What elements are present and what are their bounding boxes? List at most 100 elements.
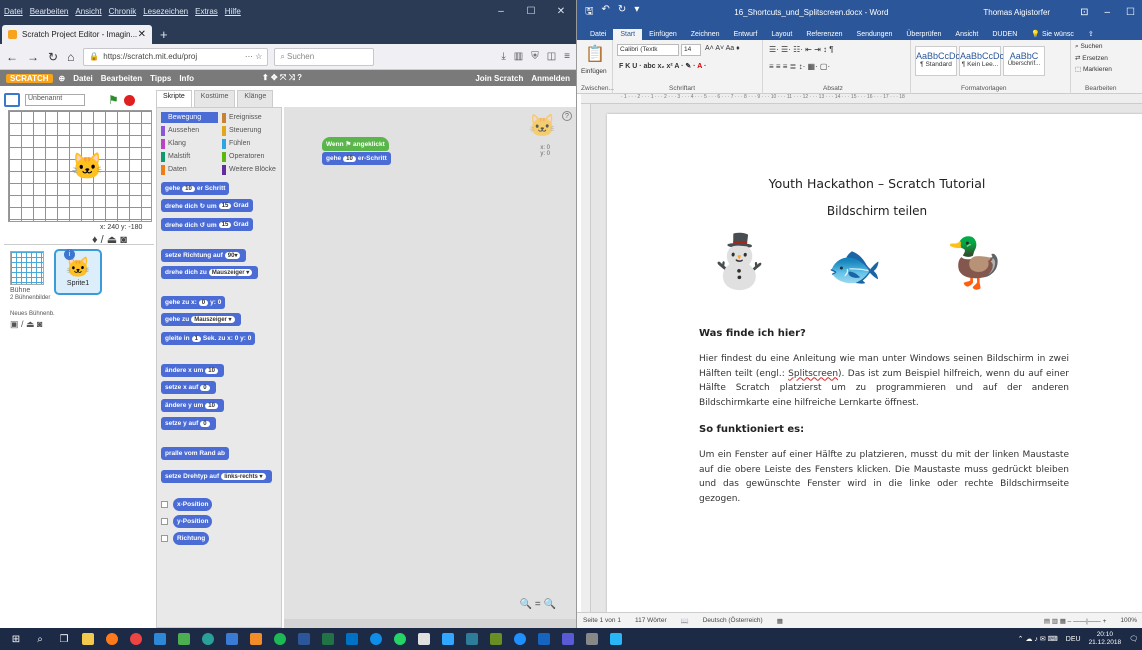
menu-chronik[interactable]: Chronik <box>109 7 137 16</box>
tab-klaenge[interactable]: Klänge <box>237 90 274 108</box>
maximize-icon[interactable]: ☐ <box>516 6 546 17</box>
motion-block-12[interactable]: pralle vom Rand ab <box>161 447 229 460</box>
reporter-checkbox[interactable] <box>161 518 168 525</box>
new-backdrop-tools-icon[interactable]: ▣ / ⏏ ◙ <box>10 319 42 330</box>
menu-datei[interactable]: Datei <box>4 7 23 16</box>
scripts-area[interactable]: ? 🐱 x: 0 y: 0 Wenn ⚑ angeklickt gehe 10 … <box>284 107 576 628</box>
motion-block-3[interactable]: setze Richtung auf 90▾ <box>161 249 247 262</box>
font-size-select[interactable]: 14 <box>681 44 701 56</box>
reporter-block-1[interactable]: y-Position <box>173 515 213 528</box>
font-name-select[interactable]: Calibri (Textk <box>617 44 679 56</box>
project-name-field[interactable]: Unbenannt <box>25 94 85 106</box>
spotify-icon[interactable] <box>268 628 292 650</box>
stage[interactable]: 🐱 <box>8 110 152 222</box>
category-4[interactable]: Klang <box>161 138 218 149</box>
user-name[interactable]: Thomas Aigistorfer <box>983 8 1050 17</box>
app4-icon[interactable] <box>508 628 532 650</box>
paste-icon[interactable]: 📋 <box>585 44 605 64</box>
block-input[interactable]: 1 <box>191 335 201 342</box>
block-input[interactable]: Mauszeiger ▾ <box>191 316 235 323</box>
undo-icon[interactable]: ↶ <box>602 4 610 21</box>
snowman-image-icon[interactable]: ⛄ <box>707 232 772 292</box>
duck-image-icon[interactable]: 🦆 <box>945 236 1005 292</box>
block-input[interactable]: 90▾ <box>224 252 241 259</box>
chrome-icon[interactable] <box>124 628 148 650</box>
list-buttons-icon[interactable]: ☰· ☰· ☷· ⇤ ⇥ ↕ ¶ <box>769 45 834 54</box>
word-icon[interactable] <box>292 628 316 650</box>
sprite-thumbnail[interactable]: 🐱 Sprite1 <box>54 249 102 295</box>
excel-icon[interactable] <box>316 628 340 650</box>
stop-icon[interactable] <box>123 94 135 106</box>
style-kein-leerraum[interactable]: AaBbCcDc ¶ Kein Lee... <box>959 46 1004 76</box>
scratch-menu-tipps[interactable]: Tipps <box>150 74 171 83</box>
minimize-icon[interactable]: – <box>486 6 516 17</box>
menu-hilfe[interactable]: Hilfe <box>225 7 241 16</box>
clock[interactable]: 20:10 21.12.2018 <box>1089 631 1122 647</box>
motion-block-7[interactable]: gleite in 1 Sek. zu x: 0 y: 0 <box>161 332 256 345</box>
mail-icon[interactable] <box>220 628 244 650</box>
vertical-ruler[interactable] <box>581 104 591 612</box>
script-move-block[interactable]: gehe 10 er-Schritt <box>322 152 391 165</box>
redo-icon[interactable]: ↻ <box>618 4 626 21</box>
notifications-icon[interactable]: 🗨 <box>1129 635 1138 643</box>
cat-sprite-icon[interactable]: 🐱 <box>71 153 103 179</box>
block-input[interactable]: 10 <box>182 185 195 192</box>
ribbon-display-icon[interactable]: ⊡ <box>1080 7 1088 18</box>
motion-block-5[interactable]: gehe zu x: 0 y: 0 <box>161 296 226 309</box>
tool-icon[interactable] <box>412 628 436 650</box>
horizontal-ruler[interactable]: · 1 · · · 2 · · · 1 · · · 2 · · · 3 · · … <box>581 94 1142 104</box>
block-input[interactable]: 15 <box>218 202 232 209</box>
category-9[interactable]: Weitere Blöcke <box>222 164 279 175</box>
language[interactable]: Deutsch (Österreich) <box>703 617 763 624</box>
ribbon-tab-duden[interactable]: DUDEN <box>985 29 1024 40</box>
category-7[interactable]: Operatoren <box>222 151 279 162</box>
app6-icon[interactable] <box>556 628 580 650</box>
motion-block-9[interactable]: setze x auf 0 <box>161 381 216 394</box>
zoom-controls-icon[interactable]: 🔍 = 🔍 <box>520 599 556 610</box>
page-count[interactable]: Seite 1 von 1 <box>583 617 621 624</box>
block-input[interactable]: 10 <box>205 402 218 409</box>
store-icon[interactable] <box>172 628 196 650</box>
block-input[interactable]: 0 <box>200 420 210 427</box>
edit-tools-icon[interactable]: ⬆ ✥ ⤧ ⤨ ? <box>262 73 302 83</box>
globe-icon[interactable]: ⊕ <box>59 74 66 83</box>
format-buttons-icon[interactable]: F K U · abc x₂ x² A · ✎ · A · <box>619 62 706 70</box>
motion-block-11[interactable]: setze y auf 0 <box>161 417 216 430</box>
sidebar-icon[interactable]: ◫ <box>547 51 556 62</box>
block-input[interactable]: 15 <box>218 221 232 228</box>
reporter-block-0[interactable]: x-Position <box>173 498 213 511</box>
tab-skripte[interactable]: Skripte <box>156 90 192 108</box>
motion-block-8[interactable]: ändere x um 10 <box>161 364 224 377</box>
motion-block-6[interactable]: gehe zu Mauszeiger ▾ <box>161 313 241 326</box>
edge-icon[interactable] <box>148 628 172 650</box>
back-icon[interactable]: ← <box>6 50 18 64</box>
scratch-logo[interactable]: SCRATCH <box>6 73 53 83</box>
block-input[interactable]: Mauszeiger ▾ <box>208 269 253 276</box>
horizontal-scrollbar[interactable] <box>284 619 576 628</box>
select-button[interactable]: ⬚ Markieren <box>1075 65 1112 73</box>
stage-size-icon[interactable] <box>4 93 20 107</box>
block-input[interactable]: 10 <box>205 367 218 374</box>
align-buttons-icon[interactable]: ≡ ≡ ≡ ≣ ↕· ▦· ▢· <box>769 62 830 71</box>
category-2[interactable]: Aussehen <box>161 125 218 136</box>
find-button[interactable]: ⌕ Suchen <box>1075 43 1103 51</box>
category-1[interactable]: Ereignisse <box>222 112 279 123</box>
reporter-checkbox[interactable] <box>161 535 168 542</box>
tray-icons-icon[interactable]: ⌃ ☁ ♪ ✉ ⌨ <box>1018 635 1058 643</box>
font-grow-icon[interactable]: A˄ A˅ Aa ♦ <box>705 45 740 52</box>
word-count[interactable]: 117 Wörter <box>635 617 667 624</box>
download-icon[interactable]: ⤓ <box>501 51 505 62</box>
category-5[interactable]: Fühlen <box>222 138 279 149</box>
ribbon-tab-start[interactable]: Start <box>613 29 643 40</box>
ribbon-tab-datei[interactable]: Datei <box>583 29 613 40</box>
reporter-block-2[interactable]: Richtung <box>173 532 210 545</box>
category-8[interactable]: Daten <box>161 164 218 175</box>
motion-block-0[interactable]: gehe 10 er Schritt <box>161 182 230 195</box>
green-flag-icon[interactable]: ⚑ <box>108 93 119 107</box>
share-icon[interactable]: ⇪ <box>1081 28 1101 40</box>
motion-block-4[interactable]: drehe dich zu Mauszeiger ▾ <box>161 266 259 279</box>
ribbon-tab-zeichnen[interactable]: Zeichnen <box>684 29 727 40</box>
ribbon-tab-ueberpruefen[interactable]: Überprüfen <box>899 29 948 40</box>
replace-button[interactable]: ⇄ Ersetzen <box>1075 54 1108 62</box>
menu-lesezeichen[interactable]: Lesezeichen <box>143 7 188 16</box>
